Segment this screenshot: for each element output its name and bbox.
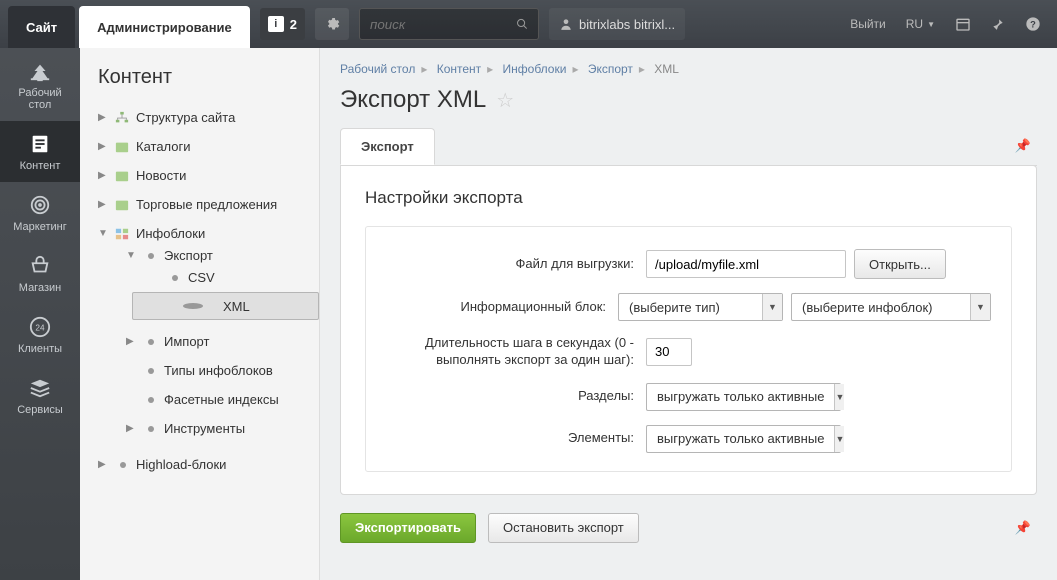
topbar: Сайт Администрирование i 2 bitrixlabs bi… [0,0,1057,48]
rail-label: Клиенты [18,343,62,355]
rail-item-services[interactable]: Сервисы [0,365,80,426]
search-input[interactable] [370,17,508,32]
marketing-icon [27,194,53,216]
tree-item-facet[interactable]: ▶Фасетные индексы [126,392,319,407]
pin-icon[interactable] [983,8,1013,40]
sections-label: Разделы: [386,388,646,405]
stop-export-button[interactable]: Остановить экспорт [488,513,639,543]
tree-item-tools[interactable]: ▶Инструменты [126,421,319,436]
tree-item-xml[interactable]: ▶XML [151,299,260,314]
desktop-icon [27,60,53,82]
tree-item-export[interactable]: ▼Экспорт [126,248,319,263]
info-icon: i [268,16,284,32]
sections-select[interactable]: выгружать только активные▼ [646,383,841,411]
rail-item-marketing[interactable]: Маркетинг [0,182,80,243]
help-icon[interactable]: ? [1017,8,1049,40]
folder-icon [114,198,130,212]
pin-icon[interactable]: 📌 [1015,520,1031,536]
tree-item-trade[interactable]: ▶Торговые предложения [98,197,319,212]
notification-count: 2 [290,17,297,32]
svg-text:?: ? [1030,19,1036,29]
elements-select[interactable]: выгружать только активные▼ [646,425,841,453]
rail-label: Рабочий стол [0,87,80,111]
rail-label: Магазин [19,282,61,294]
chevron-down-icon: ▼ [834,426,844,452]
left-rail: Рабочий стол Контент Маркетинг Магазин 2… [0,48,80,580]
search-box[interactable] [359,8,539,40]
crumb-content[interactable]: Контент [437,62,481,76]
folder-icon [114,140,130,154]
tree-item-infoblocks[interactable]: ▼Инфоблоки [98,226,319,241]
pin-icon[interactable]: 📌 [1015,138,1031,154]
rail-item-content[interactable]: Контент [0,121,80,182]
content-area: Рабочий стол▸ Контент▸ Инфоблоки▸ Экспор… [320,48,1057,580]
step-input[interactable] [646,338,692,366]
page-title: Экспорт XML [340,86,486,114]
tab-export[interactable]: Экспорт [340,128,435,165]
tree-item-highload[interactable]: ▶Highload-блоки [98,457,319,472]
breadcrumb: Рабочий стол▸ Контент▸ Инфоблоки▸ Экспор… [340,62,1037,76]
settings-gear-button[interactable] [315,8,349,40]
crumb-infoblocks[interactable]: Инфоблоки [503,62,567,76]
export-button[interactable]: Экспортировать [340,513,476,543]
gear-icon [324,16,340,32]
section-title: Настройки экспорта [365,188,1012,208]
content-icon [27,133,53,155]
rail-item-desktop[interactable]: Рабочий стол [0,48,80,121]
tab-site[interactable]: Сайт [8,6,75,49]
logout-link[interactable]: Выйти [842,8,894,40]
type-select[interactable]: (выберите тип)▼ [618,293,783,321]
rail-label: Маркетинг [13,221,66,233]
sidebar: Контент ▶Структура сайта ▶Каталоги ▶Ново… [80,48,320,580]
search-icon [516,17,528,31]
tree-item-import[interactable]: ▶Импорт [126,334,319,349]
open-button[interactable]: Открыть... [854,249,946,279]
tree-item-catalogs[interactable]: ▶Каталоги [98,139,319,154]
step-label: Длительность шага в секундах (0 - выполн… [386,335,646,369]
iblock-label: Информационный блок: [386,299,618,316]
user-menu[interactable]: bitrixlabs bitrixl... [549,8,685,40]
crumb-export[interactable]: Экспорт [588,62,633,76]
tree-item-news[interactable]: ▶Новости [98,168,319,183]
elements-label: Элементы: [386,430,646,447]
rail-label: Контент [20,160,61,172]
user-icon [559,17,573,31]
tree-item-types[interactable]: ▶Типы инфоблоков [126,363,319,378]
infoblocks-icon [114,227,130,241]
folder-icon [114,169,130,183]
services-icon [27,377,53,399]
export-panel: Настройки экспорта Файл для выгрузки: От… [340,165,1037,495]
sitemap-icon [114,111,130,125]
chevron-down-icon: ▼ [762,294,782,320]
calendar-icon[interactable] [947,8,979,40]
shop-icon [27,255,53,277]
tree-item-csv[interactable]: ▶CSV [150,270,319,285]
clients-icon: 24 [27,316,53,338]
chevron-down-icon: ▼ [834,384,844,410]
crumb-current: XML [654,62,679,76]
svg-text:24: 24 [35,324,45,333]
file-label: Файл для выгрузки: [386,256,646,273]
favorite-star-icon[interactable]: ☆ [496,88,514,113]
rail-label: Сервисы [17,404,63,416]
iblock-select[interactable]: (выберите инфоблок)▼ [791,293,991,321]
tab-admin[interactable]: Администрирование [79,6,250,49]
chevron-down-icon: ▼ [970,294,990,320]
notifications-button[interactable]: i 2 [260,8,305,40]
rail-item-shop[interactable]: Магазин [0,243,80,304]
sidebar-title: Контент [88,66,319,103]
rail-item-clients[interactable]: 24 Клиенты [0,304,80,365]
crumb-desktop[interactable]: Рабочий стол [340,62,415,76]
language-selector[interactable]: RU▼ [898,8,943,40]
tree-item-structure[interactable]: ▶Структура сайта [98,110,319,125]
user-name-label: bitrixlabs bitrixl... [579,17,675,32]
file-input[interactable] [646,250,846,278]
